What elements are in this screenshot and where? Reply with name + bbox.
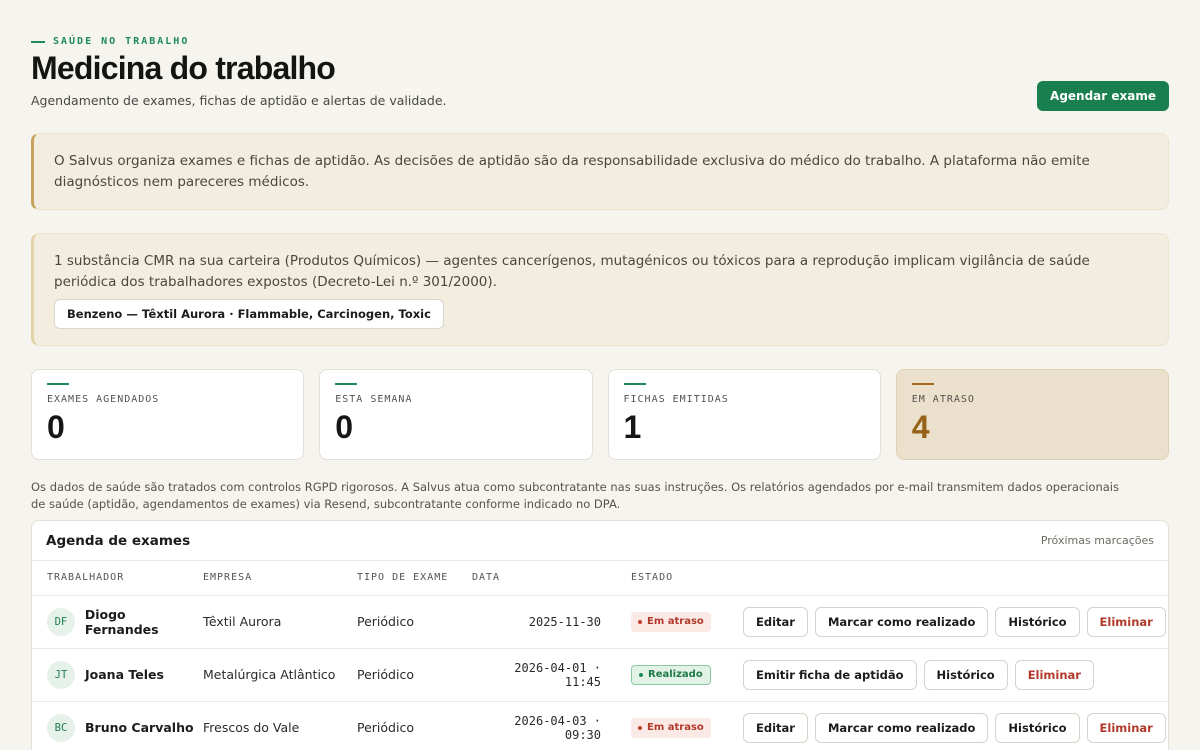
stats-row: EXAMES AGENDADOS 0 ESTA SEMANA 0 FICHAS … bbox=[31, 369, 1169, 460]
status-label: Realizado bbox=[648, 669, 703, 680]
date-cell: 2026-04-01 · 11:45 bbox=[472, 648, 631, 702]
column-header-date: DATA bbox=[472, 561, 631, 596]
delete-button[interactable]: Eliminar bbox=[1086, 606, 1166, 637]
delete-button[interactable]: Eliminar bbox=[1014, 659, 1094, 690]
status-cell: Em atraso bbox=[631, 701, 743, 750]
cmr-alert-text: 1 substância CMR na sua carteira (Produt… bbox=[54, 253, 1090, 290]
stat-value: 4 bbox=[911, 409, 930, 445]
stat-label: EM ATRASO bbox=[911, 394, 975, 405]
column-header-status: ESTADO bbox=[631, 561, 743, 596]
stat-exams-scheduled: EXAMES AGENDADOS 0 bbox=[31, 369, 305, 460]
stat-this-week: ESTA SEMANA 0 bbox=[319, 369, 593, 460]
column-header-worker: TRABALHADOR bbox=[32, 561, 203, 596]
agenda-header: Agenda de exames Próximas marcações bbox=[32, 521, 1168, 561]
schedule-exam-button[interactable]: Agendar exame bbox=[1037, 81, 1169, 111]
table-header-row: TRABALHADOR EMPRESA TIPO DE EXAME DATA E… bbox=[32, 561, 1168, 596]
rgpd-note: Os dados de saúde são tratados com contr… bbox=[31, 480, 1119, 511]
worker: BC Bruno Carvalho bbox=[47, 713, 203, 742]
table-row: BC Bruno Carvalho Frescos do Vale Periód… bbox=[32, 701, 1168, 750]
mark-done-button[interactable]: Marcar como realizado bbox=[814, 606, 989, 637]
company-cell: Metalúrgica Atlântico bbox=[203, 648, 357, 702]
stat-accent-bar bbox=[47, 383, 69, 385]
table-row: JT Joana Teles Metalúrgica Atlântico Per… bbox=[32, 648, 1168, 702]
edit-button[interactable]: Editar bbox=[743, 712, 808, 743]
company-cell: Têxtil Aurora bbox=[203, 595, 357, 649]
history-button[interactable]: Histórico bbox=[923, 659, 1008, 690]
stat-label: ESTA SEMANA bbox=[335, 394, 413, 405]
stat-overdue: EM ATRASO 4 bbox=[895, 369, 1169, 460]
stat-accent-bar bbox=[335, 383, 358, 385]
company-cell: Frescos do Vale bbox=[203, 701, 357, 750]
stat-records-issued: FICHAS EMITIDAS 1 bbox=[607, 369, 881, 460]
column-header-actions bbox=[743, 561, 1168, 596]
stat-label: FICHAS EMITIDAS bbox=[623, 394, 729, 405]
status-badge: Em atraso bbox=[631, 717, 711, 738]
mark-done-button[interactable]: Marcar como realizado bbox=[814, 712, 989, 743]
eyebrow-text: SAÚDE NO TRABALHO bbox=[53, 36, 190, 47]
agenda-subtitle: Próximas marcações bbox=[1040, 534, 1154, 547]
status-dot-icon bbox=[639, 672, 643, 677]
status-cell: Em atraso bbox=[631, 595, 743, 649]
worker-name: Diogo Fernandes bbox=[84, 606, 159, 637]
stat-value: 0 bbox=[47, 409, 65, 445]
stat-accent-bar bbox=[911, 383, 934, 385]
date-cell: 2025-11-30 bbox=[472, 595, 631, 649]
avatar: BC bbox=[47, 713, 75, 742]
issue-fitness-record-button[interactable]: Emitir ficha de aptidão bbox=[743, 659, 917, 690]
worker: DF Diogo Fernandes bbox=[47, 607, 203, 637]
disclaimer-text: O Salvus organiza exames e fichas de apt… bbox=[54, 153, 1090, 190]
medical-disclaimer-notice: O Salvus organiza exames e fichas de apt… bbox=[31, 133, 1169, 210]
table-row: DF Diogo Fernandes Têxtil Aurora Periódi… bbox=[32, 595, 1168, 649]
exam-type-cell: Periódico bbox=[357, 595, 472, 649]
stat-accent-bar bbox=[623, 383, 646, 385]
date-cell: 2026-04-03 · 09:30 bbox=[472, 701, 631, 750]
actions-cell: Editar Marcar como realizado Histórico E… bbox=[743, 701, 1168, 750]
eyebrow-dash bbox=[31, 40, 45, 43]
exam-agenda-table: TRABALHADOR EMPRESA TIPO DE EXAME DATA E… bbox=[32, 561, 1168, 750]
column-header-company: EMPRESA bbox=[203, 561, 357, 596]
worker-cell: BC Bruno Carvalho bbox=[32, 701, 203, 750]
worker: JT Joana Teles bbox=[47, 660, 203, 689]
stat-label: EXAMES AGENDADOS bbox=[47, 394, 160, 405]
stat-value: 0 bbox=[335, 409, 354, 445]
history-button[interactable]: Histórico bbox=[995, 712, 1080, 743]
worker-cell: JT Joana Teles bbox=[32, 648, 203, 702]
row-actions: Editar Marcar como realizado Histórico E… bbox=[743, 712, 1168, 743]
worker-cell: DF Diogo Fernandes bbox=[32, 595, 203, 649]
avatar: JT bbox=[47, 660, 75, 689]
status-label: Em atraso bbox=[647, 616, 704, 627]
worker-name: Joana Teles bbox=[85, 667, 164, 682]
cmr-substance-chip[interactable]: Benzeno — Têxtil Aurora · Flammable, Car… bbox=[54, 299, 444, 329]
page-title: Medicina do trabalho bbox=[31, 50, 336, 86]
status-badge: Em atraso bbox=[631, 611, 711, 632]
agenda-title: Agenda de exames bbox=[46, 532, 191, 549]
row-actions: Emitir ficha de aptidão Histórico Elimin… bbox=[743, 659, 1168, 690]
edit-button[interactable]: Editar bbox=[743, 606, 808, 637]
stat-value: 1 bbox=[623, 409, 642, 445]
status-dot-icon bbox=[638, 619, 642, 624]
status-cell: Realizado bbox=[631, 648, 743, 702]
column-header-exam-type: TIPO DE EXAME bbox=[357, 561, 472, 596]
actions-cell: Editar Marcar como realizado Histórico E… bbox=[743, 595, 1168, 649]
worker-name: Bruno Carvalho bbox=[85, 720, 194, 735]
exam-type-cell: Periódico bbox=[357, 701, 472, 750]
actions-cell: Emitir ficha de aptidão Histórico Elimin… bbox=[743, 648, 1168, 702]
row-actions: Editar Marcar como realizado Histórico E… bbox=[743, 606, 1168, 637]
exam-type-cell: Periódico bbox=[357, 648, 472, 702]
history-button[interactable]: Histórico bbox=[995, 606, 1080, 637]
status-label: Em atraso bbox=[647, 722, 704, 733]
status-dot-icon bbox=[638, 725, 642, 730]
page-subtitle: Agendamento de exames, fichas de aptidão… bbox=[31, 93, 447, 108]
avatar: DF bbox=[47, 607, 75, 636]
section-eyebrow: SAÚDE NO TRABALHO bbox=[31, 36, 189, 47]
cmr-alert-notice: 1 substância CMR na sua carteira (Produt… bbox=[31, 233, 1169, 346]
delete-button[interactable]: Eliminar bbox=[1086, 712, 1166, 743]
status-badge: Realizado bbox=[631, 664, 711, 685]
exam-agenda-card: Agenda de exames Próximas marcações TRAB… bbox=[31, 520, 1169, 750]
